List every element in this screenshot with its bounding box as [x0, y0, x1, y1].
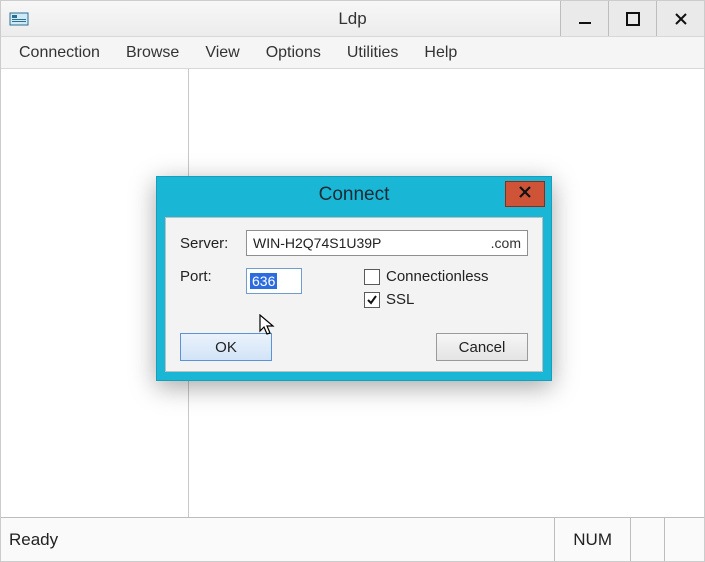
menu-connection[interactable]: Connection [7, 40, 112, 66]
window-controls [560, 1, 704, 36]
app-icon [9, 9, 29, 29]
cancel-button[interactable]: Cancel [436, 333, 528, 361]
port-label: Port: [180, 268, 246, 285]
connectionless-label: Connectionless [386, 268, 489, 285]
connect-dialog: Connect Server: WIN-H2Q74S1U39P .com Por… [156, 176, 552, 381]
ssl-label: SSL [386, 291, 414, 308]
status-bar: Ready NUM [1, 517, 704, 561]
status-numlock: NUM [554, 518, 630, 561]
server-row: Server: WIN-H2Q74S1U39P .com [180, 230, 528, 256]
port-row: Port: 636 Connectionless SSL [180, 268, 528, 308]
menu-options[interactable]: Options [254, 40, 333, 66]
dialog-body: Server: WIN-H2Q74S1U39P .com Port: 636 C… [165, 217, 543, 372]
status-empty-1 [630, 518, 664, 561]
dialog-button-row: OK Cancel [180, 333, 528, 361]
port-input[interactable]: 636 [246, 268, 302, 294]
server-suffix: .com [485, 235, 521, 251]
dialog-title-bar[interactable]: Connect [157, 177, 551, 213]
menu-utilities[interactable]: Utilities [335, 40, 411, 66]
cancel-label: Cancel [459, 339, 506, 356]
close-button[interactable] [656, 1, 704, 36]
status-empty-2 [664, 518, 698, 561]
server-value: WIN-H2Q74S1U39P [253, 235, 485, 251]
checkbox-box-icon [364, 269, 380, 285]
status-text-ready: Ready [7, 530, 58, 550]
ok-label: OK [215, 339, 237, 356]
dialog-close-button[interactable] [505, 181, 545, 207]
checkbox-group: Connectionless SSL [364, 268, 489, 308]
ssl-checkbox[interactable]: SSL [364, 291, 489, 308]
minimize-button[interactable] [560, 1, 608, 36]
menu-bar: Connection Browse View Options Utilities… [1, 37, 704, 69]
close-icon [518, 184, 532, 204]
menu-help[interactable]: Help [412, 40, 469, 66]
ok-button[interactable]: OK [180, 333, 272, 361]
menu-view[interactable]: View [193, 40, 251, 66]
maximize-button[interactable] [608, 1, 656, 36]
checkbox-box-icon [364, 292, 380, 308]
server-label: Server: [180, 235, 246, 252]
port-value: 636 [250, 273, 277, 289]
server-input[interactable]: WIN-H2Q74S1U39P .com [246, 230, 528, 256]
connectionless-checkbox[interactable]: Connectionless [364, 268, 489, 285]
dialog-title: Connect [157, 184, 551, 206]
menu-browse[interactable]: Browse [114, 40, 191, 66]
title-bar: Ldp [1, 1, 704, 37]
